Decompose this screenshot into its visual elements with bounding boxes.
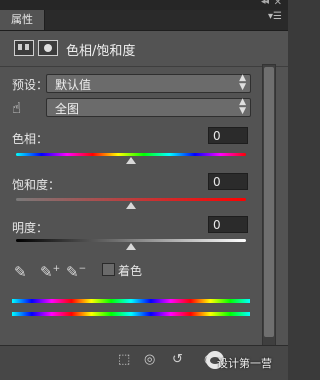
watermark-text: 设计第一营 bbox=[217, 357, 272, 370]
saturation-slider-thumb[interactable] bbox=[126, 202, 136, 209]
panel-menu-icon[interactable]: ▾☰ bbox=[268, 11, 282, 22]
output-color-bar bbox=[12, 312, 250, 316]
panel-footer: ⬚ ◎ ↺ ◉ 设计第一营 bbox=[0, 345, 288, 380]
clip-to-layer-icon[interactable]: ⬚ bbox=[118, 352, 130, 367]
collapse-panels-icon[interactable]: ◂◂ bbox=[261, 0, 269, 7]
channel-select[interactable]: 全图 ▲ ▼ bbox=[46, 98, 251, 117]
updown-arrows-icon: ▲ ▼ bbox=[239, 97, 246, 116]
preset-label: 预设： bbox=[12, 78, 49, 92]
eyedropper-add-icon[interactable]: ✎+ bbox=[40, 263, 60, 281]
panel-title: 色相/饱和度 bbox=[66, 44, 136, 59]
eyedropper-subtract-icon[interactable]: ✎− bbox=[66, 263, 86, 281]
updown-arrows-icon: ▲ ▼ bbox=[239, 73, 246, 92]
lightness-slider-thumb[interactable] bbox=[126, 243, 136, 250]
close-panel-icon[interactable]: ✕ bbox=[274, 0, 282, 8]
hue-slider-track[interactable] bbox=[16, 153, 246, 156]
panel-tab-bar: 属性 ▾☰ bbox=[0, 10, 288, 31]
lightness-slider-track[interactable] bbox=[16, 239, 246, 242]
hue-slider-thumb[interactable] bbox=[126, 157, 136, 164]
on-image-adjust-hand-icon[interactable]: ☝ bbox=[12, 99, 21, 117]
preset-select[interactable]: 默认值 ▲ ▼ bbox=[46, 74, 251, 93]
saturation-label: 饱和度： bbox=[12, 178, 61, 192]
saturation-value-input[interactable]: 0 bbox=[208, 173, 248, 190]
header-divider bbox=[0, 66, 288, 67]
tab-properties[interactable]: 属性 bbox=[0, 10, 45, 30]
properties-panel: 色相/饱和度 预设： 默认值 ▲ ▼ ☝ 全图 ▲ ▼ 色相： 0 饱和度： 0 明… bbox=[0, 31, 288, 346]
hue-label: 色相： bbox=[12, 132, 49, 146]
hue-value-input[interactable]: 0 bbox=[208, 127, 248, 144]
preset-value: 默认值 bbox=[55, 78, 92, 92]
lightness-value-input[interactable]: 0 bbox=[208, 216, 248, 233]
lightness-label: 明度： bbox=[12, 221, 49, 235]
adjustment-layer-icon bbox=[14, 40, 34, 56]
scrollbar-thumb[interactable] bbox=[264, 67, 274, 337]
saturation-slider-track[interactable] bbox=[16, 198, 246, 201]
reset-icon[interactable]: ↺ bbox=[172, 352, 183, 367]
window-top-strip: ◂◂ ✕ bbox=[0, 0, 288, 10]
layer-mask-icon[interactable] bbox=[38, 40, 58, 56]
input-color-bar bbox=[12, 299, 250, 303]
panel-scrollbar[interactable] bbox=[262, 64, 276, 346]
channel-value: 全图 bbox=[55, 102, 80, 116]
colorize-checkbox[interactable] bbox=[102, 263, 115, 276]
eyedropper-icon[interactable]: ✎ bbox=[14, 263, 27, 281]
colorize-label: 着色 bbox=[118, 264, 143, 278]
view-previous-state-icon[interactable]: ◎ bbox=[144, 352, 155, 367]
